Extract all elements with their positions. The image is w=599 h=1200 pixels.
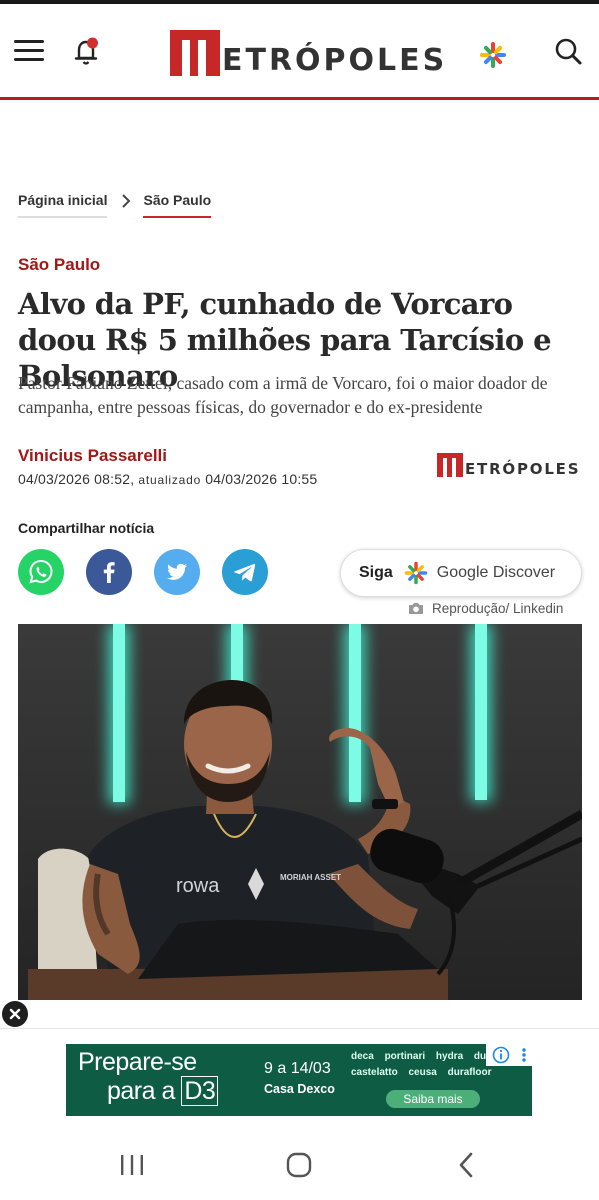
metropoles-logo[interactable]: ETRÓPOLES bbox=[170, 26, 447, 76]
shirt-patch-text: MORIAH ASSET bbox=[280, 873, 341, 882]
info-icon bbox=[492, 1046, 509, 1064]
shirt-text: rowa bbox=[176, 875, 220, 897]
logo-m-mark bbox=[170, 30, 220, 76]
author-link[interactable]: Vinicius Passarelli bbox=[18, 446, 167, 466]
ad-headline-para: para a bbox=[107, 1077, 175, 1105]
breadcrumb-current-link[interactable]: São Paulo bbox=[143, 192, 212, 218]
follow-siga-label: Siga bbox=[359, 564, 393, 581]
source-logo-m-mark bbox=[437, 453, 463, 477]
article-photo[interactable]: rowa MORIAH ASSET bbox=[18, 624, 582, 1000]
google-discover-icon[interactable] bbox=[478, 40, 508, 70]
telegram-share-button[interactable] bbox=[222, 549, 268, 595]
chevron-right-icon bbox=[122, 194, 131, 208]
close-icon bbox=[9, 1008, 21, 1020]
telegram-icon bbox=[234, 563, 256, 582]
ad-headline-line1: Prepare-se bbox=[78, 1048, 197, 1076]
facebook-share-button[interactable] bbox=[86, 549, 132, 595]
ad-banner[interactable]: Prepare-se para a D3 9 a 14/03 Casa Dexc… bbox=[66, 1044, 532, 1116]
updated-label: atualizado bbox=[138, 473, 202, 487]
whatsapp-icon bbox=[29, 559, 53, 584]
google-discover-follow-button[interactable]: Siga Google Discover bbox=[340, 549, 582, 597]
bell-icon[interactable] bbox=[70, 34, 104, 68]
breadcrumb: Página inicial São Paulo bbox=[18, 192, 212, 218]
back-icon[interactable] bbox=[447, 1148, 487, 1182]
breadcrumb-home-link[interactable]: Página inicial bbox=[18, 192, 108, 218]
article-subtitle: Pastor Fabiano Zettel, casado com a irmã… bbox=[18, 373, 548, 417]
follow-google-discover-label: Google Discover bbox=[436, 564, 556, 581]
source-logo-text: ETRÓPOLES bbox=[465, 460, 581, 478]
whatsapp-share-button[interactable] bbox=[18, 549, 64, 595]
updated-date: 04/03/2026 10:55 bbox=[205, 471, 318, 487]
twitter-icon bbox=[167, 563, 187, 580]
photo-credit: Reprodução/ Linkedin bbox=[408, 601, 563, 616]
close-ad-button[interactable] bbox=[2, 1001, 28, 1027]
ad-dates: 9 a 14/03 bbox=[264, 1060, 331, 1077]
share-label: Compartilhar notícia bbox=[18, 520, 155, 536]
ad-place: Casa Dexco bbox=[264, 1082, 335, 1096]
home-icon[interactable] bbox=[279, 1148, 319, 1182]
ad-cta-button[interactable]: Saiba mais bbox=[386, 1090, 480, 1108]
system-navigation-bar bbox=[0, 1130, 599, 1200]
more-options-icon bbox=[521, 1048, 526, 1062]
menu-icon[interactable] bbox=[12, 36, 46, 64]
search-icon[interactable] bbox=[552, 36, 584, 68]
section-label[interactable]: São Paulo bbox=[18, 255, 100, 275]
published-date: 04/03/2026 08:52, bbox=[18, 471, 135, 487]
ad-headline-line2: para a D3 bbox=[107, 1076, 219, 1106]
twitter-share-button[interactable] bbox=[154, 549, 200, 595]
source-logo: ETRÓPOLES bbox=[437, 451, 580, 477]
facebook-icon bbox=[103, 562, 115, 583]
recent-apps-icon[interactable] bbox=[112, 1148, 152, 1182]
camera-icon bbox=[409, 603, 423, 614]
logo-text: ETRÓPOLES bbox=[222, 43, 448, 78]
article-dates: 04/03/2026 08:52, atualizado 04/03/2026 … bbox=[18, 471, 317, 487]
google-discover-icon bbox=[404, 561, 428, 585]
ad-d3-mark: D3 bbox=[181, 1076, 219, 1106]
site-header: ETRÓPOLES bbox=[0, 4, 599, 100]
ad-info-badge[interactable] bbox=[486, 1044, 532, 1066]
photo-credit-text: Reprodução/ Linkedin bbox=[432, 601, 564, 616]
